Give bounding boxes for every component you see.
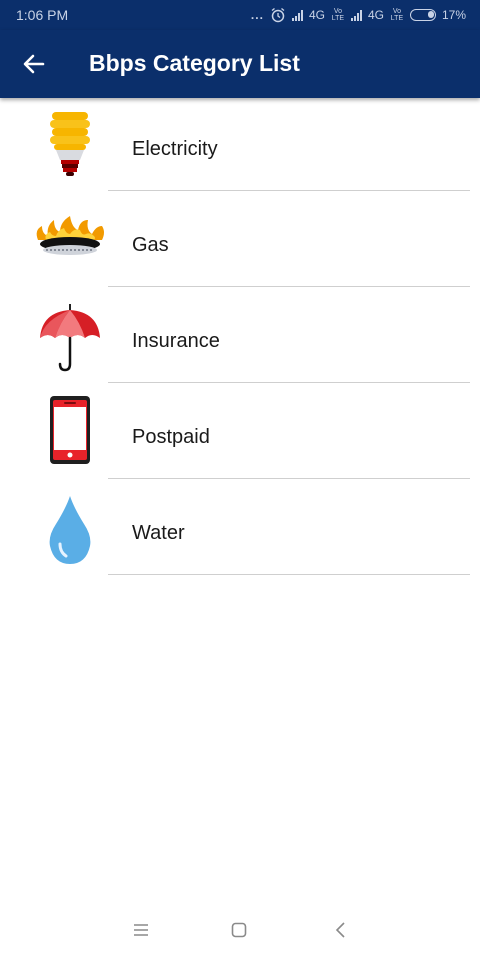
network-type-2: 4G — [367, 8, 384, 22]
status-bar: 1:06 PM ... 4G Vo LTE 4G Vo LTE 17% — [0, 0, 480, 30]
divider — [108, 190, 470, 191]
alarm-icon — [271, 7, 285, 23]
list-item-gas[interactable]: Gas — [0, 198, 480, 294]
signal-icon-2 — [350, 9, 362, 21]
page-title: Bbps Category List — [89, 50, 300, 76]
gas-burner-icon — [36, 216, 104, 255]
umbrella-icon — [40, 304, 100, 372]
network-type-1: 4G — [308, 8, 325, 22]
back-arrow-icon[interactable] — [18, 48, 50, 80]
list-item-water[interactable]: Water — [0, 486, 480, 582]
divider — [108, 382, 470, 383]
menu-icon[interactable] — [131, 920, 151, 940]
mobile-phone-icon — [50, 396, 90, 464]
divider — [108, 286, 470, 287]
volte-badge-1: Vo LTE — [331, 8, 345, 22]
list-item-label: Postpaid — [132, 426, 210, 448]
divider — [108, 478, 470, 479]
list-item-label: Electricity — [132, 138, 218, 160]
list-item-label: Gas — [132, 234, 169, 256]
divider — [108, 574, 470, 575]
light-bulb-icon — [50, 112, 90, 176]
app-bar: Bbps Category List — [0, 30, 480, 98]
list-item-label: Insurance — [132, 330, 220, 352]
list-item-electricity[interactable]: Electricity — [0, 102, 480, 198]
water-drop-icon — [49, 496, 91, 564]
battery-level: 17% — [441, 8, 466, 22]
home-square-icon[interactable] — [229, 920, 249, 940]
battery-icon — [409, 9, 436, 21]
list-item-insurance[interactable]: Insurance — [0, 294, 480, 390]
status-time: 1:06 PM — [16, 7, 69, 23]
signal-icon-1 — [291, 9, 303, 21]
category-list: Electricity Gas Insurance Postpaid Water — [0, 102, 480, 582]
list-item-label: Water — [132, 522, 185, 544]
list-item-postpaid[interactable]: Postpaid — [0, 390, 480, 486]
back-chevron-icon[interactable] — [331, 920, 351, 940]
navigation-bar — [0, 900, 480, 960]
status-icons: ... 4G Vo LTE 4G Vo LTE 17% — [251, 7, 466, 23]
notification-dots-icon: ... — [250, 8, 264, 22]
volte-badge-2: Vo LTE — [390, 8, 404, 22]
